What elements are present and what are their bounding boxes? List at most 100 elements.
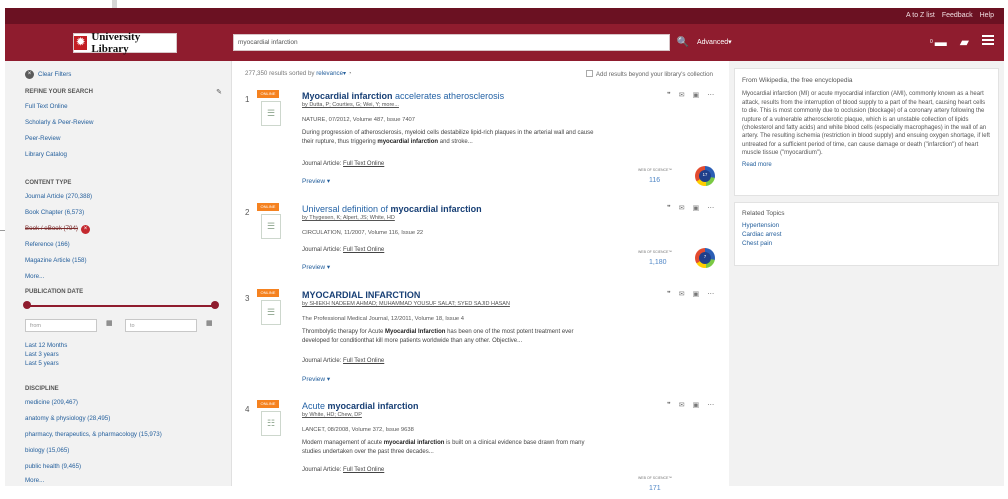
content-more-link[interactable]: More... [25, 273, 44, 280]
related-topic-chest-pain[interactable]: Chest pain [742, 240, 991, 247]
discipline-pharmacy[interactable]: pharmacy, therapeutics, & pharmacology (… [25, 431, 162, 438]
refine-scholarly-peer-review[interactable]: Scholarly & Peer-Review [25, 119, 93, 126]
altmetric-ring-icon[interactable]: 17 [695, 166, 715, 186]
folder-count-badge: 0 [929, 39, 933, 45]
folder-add-icon[interactable]: ▣ [693, 204, 700, 212]
sort-dropdown[interactable]: relevance▾ [316, 70, 346, 77]
from-calendar-icon[interactable]: ▦ [106, 319, 113, 327]
related-topic-cardiac-arrest[interactable]: Cardiac arrest [742, 231, 991, 238]
date-max-handle[interactable] [211, 301, 219, 309]
journal-type-label: Journal Article: [302, 247, 342, 253]
refine-search-heading: REFINE YOUR SEARCH [25, 89, 93, 95]
utility-links: A to Z list Feedback Help [906, 12, 994, 19]
result-authors[interactable]: by Dutta, P; Courties, G; Wei, Y; more..… [302, 102, 399, 108]
result-title-link[interactable]: Acute myocardial infarction [302, 401, 419, 411]
web-of-science-widget[interactable]: WEB OF SCIENCE™ 1,180 7 [638, 248, 718, 273]
citation-count: 116 [649, 177, 661, 184]
results-summary: 277,350 results sorted by relevance▾ ◔ [245, 70, 352, 77]
journal-type: Journal Article: Full Text Online [302, 161, 384, 167]
web-of-science-widget[interactable]: WEB OF SCIENCE™ 116 17 [638, 166, 718, 191]
document-icon: ☰ [261, 214, 281, 239]
feedback-link[interactable]: Feedback [942, 12, 973, 19]
a-to-z-list-link[interactable]: A to Z list [906, 12, 935, 19]
folder-icon[interactable]: 0 ▬ [930, 35, 947, 49]
chat-icon[interactable]: ▰ [960, 35, 969, 49]
refine-library-catalog[interactable]: Library Catalog [25, 151, 67, 158]
result-title-link[interactable]: Myocardial infarction accelerates athero… [302, 91, 504, 101]
scroll-handle[interactable] [112, 0, 117, 8]
preview-toggle[interactable]: Preview ▾ [302, 263, 330, 271]
add-beyond-checkbox[interactable] [585, 70, 593, 77]
content-book-ebook[interactable]: Book / eBook (794) × [25, 225, 90, 234]
folder-add-icon[interactable]: ▣ [693, 290, 700, 298]
result-item: 4 ONLINE ☷ Acute myocardial infarction b… [245, 400, 719, 492]
date-min-handle[interactable] [23, 301, 31, 309]
refine-peer-review[interactable]: Peer-Review [25, 135, 60, 142]
read-more-link[interactable]: Read more [742, 161, 991, 169]
result-authors[interactable]: by SHIEKH NADEEM AHMAD; MUHAMMAD YOUSUF … [302, 301, 510, 307]
date-to-input[interactable]: to [125, 319, 197, 332]
web-of-science-widget[interactable]: WEB OF SCIENCE™ 171 [638, 474, 718, 499]
more-icon[interactable]: ⋯ [707, 91, 714, 99]
full-text-link[interactable]: Full Text Online [343, 161, 384, 167]
date-range-slider[interactable] [23, 301, 219, 309]
quote-icon[interactable]: ❞ [667, 204, 671, 212]
full-text-link[interactable]: Full Text Online [343, 467, 384, 473]
last-12-months-link[interactable]: Last 12 Months [25, 342, 67, 349]
full-text-link[interactable]: Full Text Online [343, 358, 384, 364]
email-icon[interactable]: ✉ [679, 401, 685, 409]
clear-filters-button[interactable]: × Clear Filters [25, 70, 71, 79]
quote-icon[interactable]: ❞ [667, 91, 671, 99]
discipline-heading: DISCIPLINE [25, 386, 59, 392]
quote-icon[interactable]: ❞ [667, 401, 671, 409]
discipline-biology[interactable]: biology (15,065) [25, 447, 69, 454]
content-book-chapter[interactable]: Book Chapter (6,573) [25, 209, 84, 216]
related-topic-hypertension[interactable]: Hypertension [742, 222, 991, 229]
result-authors[interactable]: by White, HD; Chew, DP [302, 412, 362, 418]
content-reference[interactable]: Reference (166) [25, 241, 70, 248]
wikipedia-heading: From Wikipedia, the free encyclopedia [742, 77, 853, 84]
help-link[interactable]: Help [980, 12, 994, 19]
discipline-anatomy-physiology[interactable]: anatomy & physiology (28,495) [25, 415, 110, 422]
email-icon[interactable]: ✉ [679, 204, 685, 212]
discipline-public-health[interactable]: public health (9,465) [25, 463, 81, 470]
more-icon[interactable]: ⋯ [707, 401, 714, 409]
title-highlight: myocardial infarction [390, 204, 482, 214]
rss-icon[interactable]: ◔ [348, 70, 352, 77]
preview-toggle[interactable]: Preview ▾ [302, 375, 330, 383]
last-3-years-link[interactable]: Last 3 years [25, 351, 59, 358]
content-magazine-article[interactable]: Magazine Article (158) [25, 257, 87, 264]
more-icon[interactable]: ⋯ [707, 204, 714, 212]
university-library-logo[interactable]: ✹ University Library [73, 31, 177, 55]
advanced-search-link[interactable]: Advanced▾ [697, 38, 732, 46]
date-from-input[interactable]: from [25, 319, 97, 332]
discipline-more-link[interactable]: More... [25, 477, 44, 484]
add-beyond-collection-toggle[interactable]: Add results beyond your library's collec… [585, 70, 713, 78]
menu-icon[interactable] [982, 35, 994, 45]
preview-toggle[interactable]: Preview ▾ [302, 177, 330, 185]
folder-add-icon[interactable]: ▣ [693, 401, 700, 409]
result-authors[interactable]: by Thygesen, K; Alpert, JS; White, HD [302, 215, 395, 221]
book-ebook-excluded-label: Book / eBook (794) [25, 225, 78, 232]
discipline-medicine[interactable]: medicine (209,467) [25, 399, 78, 406]
refine-full-text-online[interactable]: Full Text Online [25, 103, 68, 110]
search-icon[interactable]: 🔍 [673, 34, 693, 51]
journal-type: Journal Article: Full Text Online [302, 247, 384, 253]
last-5-years-link[interactable]: Last 5 years [25, 360, 59, 367]
quote-icon[interactable]: ❞ [667, 290, 671, 298]
full-text-link[interactable]: Full Text Online [343, 247, 384, 253]
folder-add-icon[interactable]: ▣ [693, 91, 700, 99]
more-icon[interactable]: ⋯ [707, 290, 714, 298]
search-input[interactable]: myocardial infarction [233, 34, 670, 51]
pencil-icon[interactable]: ✎ [216, 88, 222, 96]
to-calendar-icon[interactable]: ▦ [206, 319, 213, 327]
result-title-link[interactable]: MYOCARDIAL INFARCTION [302, 290, 420, 300]
remove-filter-icon[interactable]: × [80, 225, 90, 234]
title-prefix: Acute [302, 401, 328, 411]
content-journal-article[interactable]: Journal Article (270,388) [25, 193, 92, 200]
result-title-link[interactable]: Universal definition of myocardial infar… [302, 204, 482, 214]
email-icon[interactable]: ✉ [679, 290, 685, 298]
ring-score: 7 [703, 254, 707, 259]
altmetric-ring-icon[interactable]: 7 [695, 248, 715, 268]
email-icon[interactable]: ✉ [679, 91, 685, 99]
